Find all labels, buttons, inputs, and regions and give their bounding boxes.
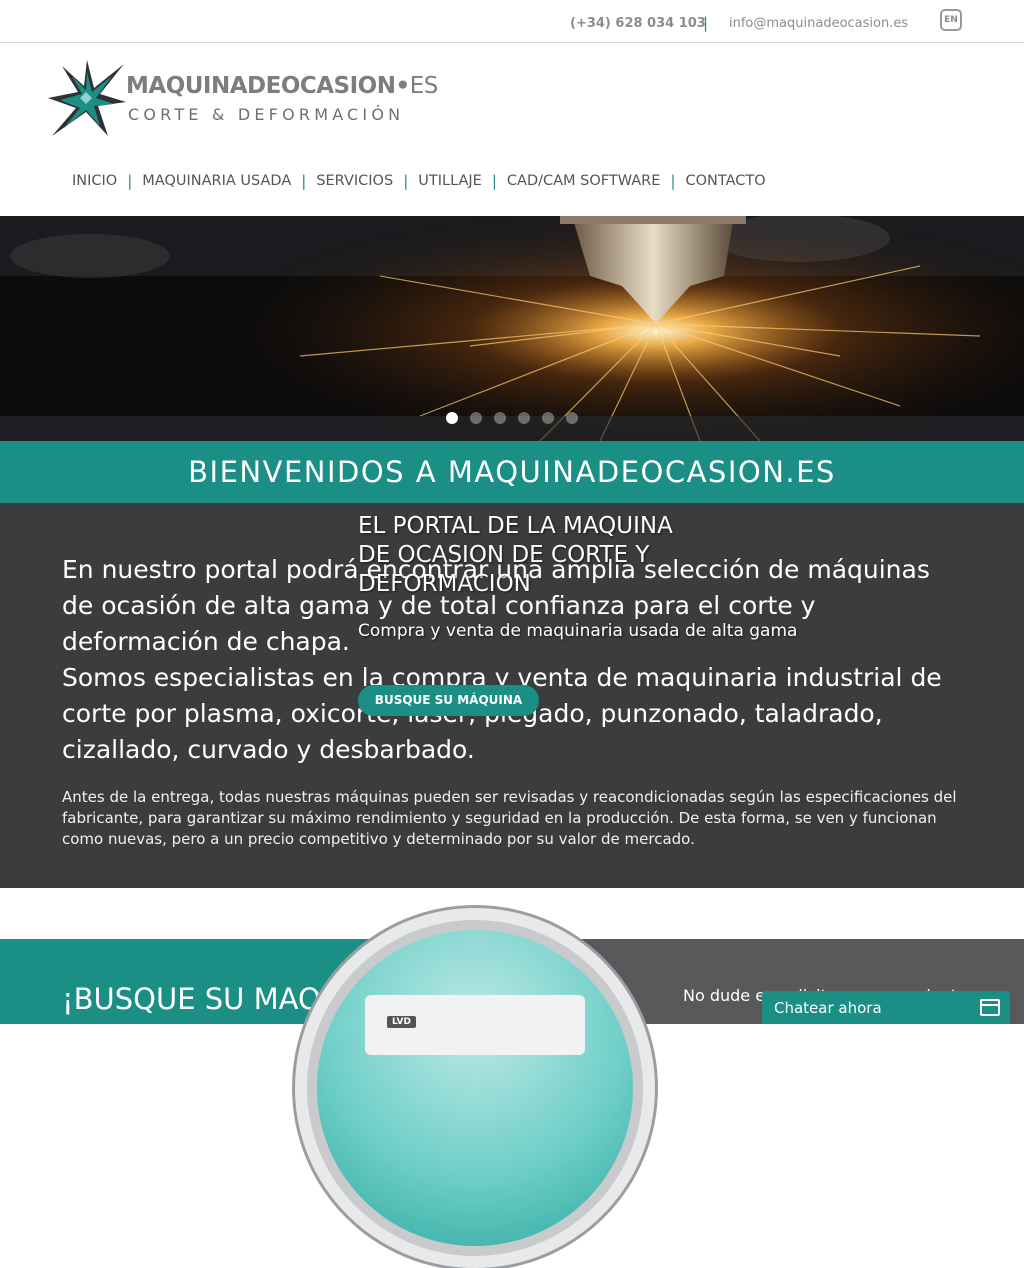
machine-photo-circle: LVD bbox=[295, 908, 655, 1268]
machine-brand-label: LVD bbox=[387, 1016, 416, 1028]
slider-dot[interactable] bbox=[446, 412, 458, 424]
nav-item-cad-cam-software[interactable]: CAD/CAM SOFTWARE bbox=[497, 173, 671, 189]
nav-item-servicios[interactable]: SERVICIOS bbox=[306, 173, 403, 189]
site-logo[interactable]: MAQUINADEOCASION•ES CORTE & DEFORMACIÓN bbox=[46, 58, 438, 142]
slider-dot[interactable] bbox=[542, 412, 554, 424]
brand-tld: ES bbox=[409, 73, 439, 99]
nav-item-maquinaria-usada[interactable]: MAQUINARIA USADA bbox=[132, 173, 301, 189]
main-nav: INICIO | MAQUINARIA USADA | SERVICIOS | … bbox=[62, 170, 776, 192]
chat-label: Chatear ahora bbox=[774, 999, 882, 1017]
slider-dot[interactable] bbox=[470, 412, 482, 424]
nav-item-inicio[interactable]: INICIO bbox=[62, 173, 127, 189]
brand-tagline: CORTE & DEFORMACIÓN bbox=[128, 105, 405, 124]
slider-pagination bbox=[446, 412, 578, 424]
nav-item-utillaje[interactable]: UTILLAJE bbox=[408, 173, 492, 189]
welcome-band: BIENVENIDOS A MAQUINADEOCASION.ES bbox=[0, 441, 1024, 521]
hero-slider bbox=[0, 216, 1024, 441]
slider-dot[interactable] bbox=[494, 412, 506, 424]
hero-caption: EL PORTAL DE LA MAQUINA DE OCASION DE CO… bbox=[358, 512, 878, 641]
brand-main-text: MAQUINADEOCASION bbox=[126, 73, 396, 99]
search-machine-button[interactable]: BUSQUE SU MÁQUINA bbox=[358, 685, 539, 716]
language-switch-button[interactable]: EN bbox=[940, 9, 962, 31]
hero-title: EL PORTAL DE LA MAQUINA DE OCASION DE CO… bbox=[358, 513, 673, 597]
chat-window-icon bbox=[980, 999, 1000, 1016]
hero-subtitle: Compra y venta de maquinaria usada de al… bbox=[358, 621, 798, 641]
brand-dot: • bbox=[395, 73, 410, 99]
topbar-separator: | bbox=[703, 14, 709, 32]
welcome-heading: BIENVENIDOS A MAQUINADEOCASION.ES bbox=[188, 455, 836, 489]
laser-cutting-image bbox=[0, 216, 1024, 441]
email-link[interactable]: info@maquinadeocasion.es bbox=[729, 16, 908, 31]
slider-dot[interactable] bbox=[566, 412, 578, 424]
phone-link[interactable]: (+34) 628 034 103 bbox=[570, 16, 706, 31]
chat-widget-button[interactable]: Chatear ahora bbox=[762, 991, 1010, 1024]
nav-item-contacto[interactable]: CONTACTO bbox=[676, 173, 776, 189]
slider-dot[interactable] bbox=[518, 412, 530, 424]
machine-photo-background bbox=[317, 930, 633, 1246]
intro-body-text: Antes de la entrega, todas nuestras máqu… bbox=[62, 788, 957, 848]
star-logo-icon bbox=[48, 60, 126, 136]
brand-name: MAQUINADEOCASION•ES bbox=[126, 73, 438, 99]
top-bar: (+34) 628 034 103 | info@maquinadeocasio… bbox=[0, 0, 1024, 43]
